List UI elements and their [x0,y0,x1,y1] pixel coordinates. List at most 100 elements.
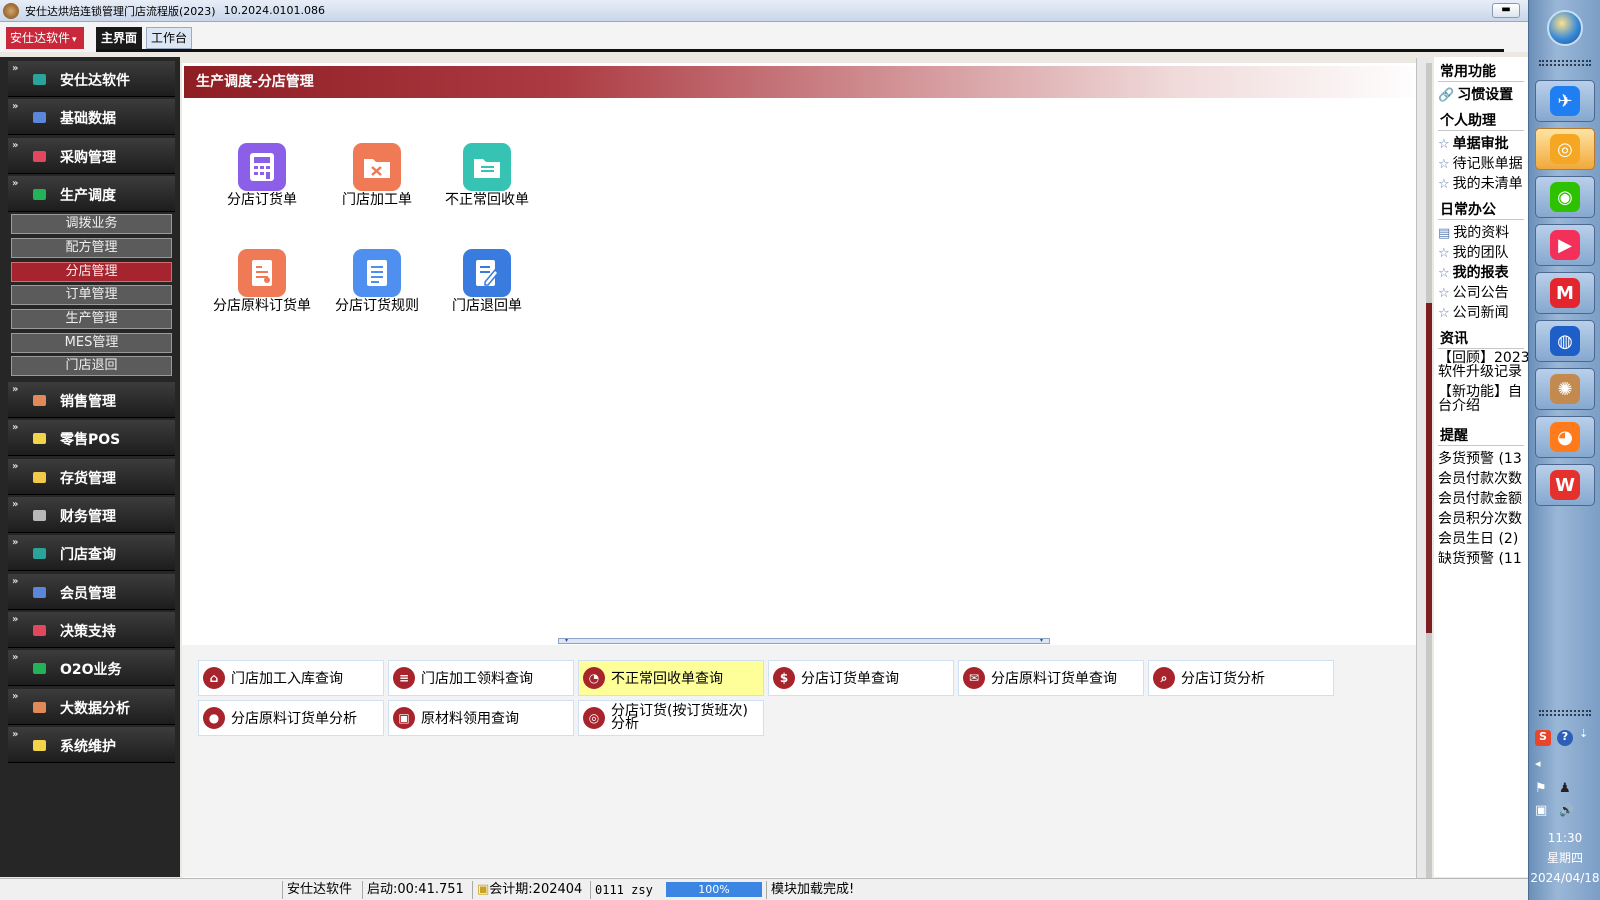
taskbar-app-button[interactable]: ◍ [1535,320,1595,362]
load-progress-bar: 100% [666,882,762,897]
query-link[interactable]: ● 分店原料订货单分析 [198,700,384,736]
taskbar-app-button[interactable]: W [1535,464,1595,506]
right-panel-item-label: 公司新闻 [1452,305,1509,321]
right-panel-item[interactable]: ☆ 我的团队 [1438,242,1509,262]
sidebar-item[interactable]: » 安仕达软件 [8,61,175,97]
taskbar-app-button[interactable]: ◎ [1535,128,1595,170]
panel-splitter[interactable] [1426,63,1432,878]
taskbar-app-button[interactable]: ◉ [1535,176,1595,218]
sidebar-item[interactable]: » O2O业务 [8,650,175,687]
clock-date: 2024/04/18 [1530,871,1600,885]
taskbar-grip[interactable] [1539,60,1591,66]
flag-icon[interactable]: ⚑ [1535,781,1547,796]
dollar-icon: $ [773,667,795,689]
right-panel-item[interactable]: ☆ 单据审批 [1438,133,1509,153]
taskbar-app-button[interactable]: M [1535,272,1595,314]
link-icon: 🔗 [1438,88,1455,103]
monitor-icon: ▣ [393,707,415,729]
splitter-handle[interactable] [1426,303,1432,633]
query-link-label: 不正常回收单查询 [611,671,723,687]
tray-grip[interactable] [1539,710,1591,716]
submenu-item[interactable]: MES管理 [11,332,172,353]
sidebar-item[interactable]: » 基础数据 [8,99,175,136]
sidebar-item[interactable]: » 财务管理 [8,497,175,533]
sidebar-item[interactable]: » 采购管理 [8,137,175,174]
window-title: 安仕达烘焙连锁管理门店流程版(2023) [25,4,216,18]
right-panel-item[interactable]: ☆ 公司公告 [1438,282,1509,302]
sidebar-item[interactable]: » 销售管理 [8,382,175,419]
taskbar-app-button[interactable]: ✺ [1535,368,1595,410]
module-tile[interactable]: 不正常回收单 [437,143,537,207]
right-panel-item[interactable]: 会员付款金额 [1438,488,1522,508]
right-panel-item[interactable]: 会员生日 (2) [1438,528,1518,548]
submenu-item[interactable]: 调拨业务 [11,214,172,235]
ime-icon[interactable]: S [1535,730,1551,746]
query-link[interactable]: ◔ 不正常回收单查询 [578,660,764,696]
submenu-item[interactable]: 门店退回 [11,356,172,377]
right-panel-item[interactable]: ▤ 我的资料 [1438,222,1509,242]
module-tile[interactable]: 门店退回单 [437,249,537,313]
query-link[interactable]: $ 分店订货单查询 [768,660,954,696]
help-icon[interactable]: ? [1557,730,1573,746]
network-icon[interactable]: ▣ [1535,803,1547,818]
module-tile[interactable]: 门店加工单 [327,143,427,207]
query-link[interactable]: ⌕ 分店订货分析 [1148,660,1334,696]
sidebar-item[interactable]: » 系统维护 [8,726,175,763]
tab-workbench[interactable]: 工作台 [146,27,192,49]
taskbar-app-button[interactable]: ◕ [1535,416,1595,458]
tray-expand-icon[interactable]: ◂ [1535,757,1541,770]
taskbar-app-button[interactable]: ▶ [1535,224,1595,266]
module-tile-label: 门店加工单 [342,192,412,208]
right-panel-item[interactable]: ☆ 我的未清单 [1438,173,1523,193]
query-link-label: 分店原料订货单查询 [991,671,1117,687]
os-taskbar: ✈ ◎ ◉ ▶ M ◍ ✺ ◕ W S ? ⇣ ◂ ⚑ ♟ ▣ 🔊 11:30 星期四 2024… [1528,0,1600,900]
clock[interactable]: 11:30 星期四 2024/04/18 [1529,828,1600,888]
module-tile[interactable]: 分店原料订货单 [212,249,312,313]
query-link-label: 原材料领用查询 [421,711,519,727]
submenu-item[interactable]: 分店管理 [11,261,172,282]
right-panel-item-label: 单据审批 [1452,136,1509,152]
right-panel-item[interactable]: ☆ 我的报表 [1438,262,1509,282]
submenu-item[interactable]: 生产管理 [11,309,172,329]
right-panel-item[interactable]: 会员付款次数 [1438,468,1522,488]
query-link[interactable]: ▣ 原材料领用查询 [388,700,574,736]
sidebar-item[interactable]: » 会员管理 [8,573,175,610]
tray-more-icon[interactable]: ⇣ [1579,727,1588,740]
query-link-label: 分店订货单查询 [801,671,899,687]
sidebar-item[interactable]: » 零售POS [8,420,175,457]
right-panel-item[interactable]: 【回顾】2023 软件升级记录 [1438,351,1528,379]
module-tile[interactable]: 分店订货单 [212,143,312,207]
sidebar-item[interactable]: » 生产调度 [8,175,175,212]
right-panel-section-title: 日常办公 [1440,202,1496,218]
right-panel-item[interactable]: 缺货预警 (11 [1438,548,1522,568]
menu-bar: 安仕达软件 ▾ 主界面 工作台 [0,22,1528,52]
brand-menu-button[interactable]: 安仕达软件 ▾ [6,27,84,49]
volume-icon[interactable]: 🔊 [1559,803,1574,817]
taskbar-app-button[interactable]: ✈ [1535,80,1595,122]
query-link[interactable]: ≡ 门店加工领料查询 [388,660,574,696]
chevron-icon: » [12,460,19,472]
query-link[interactable]: ◎ 分店订货(按订货班次)分析 [578,700,764,736]
right-panel-item[interactable]: 会员积分次数 [1438,508,1522,528]
start-button[interactable] [1547,10,1583,46]
query-link[interactable]: ✉ 分店原料订货单查询 [958,660,1144,696]
minimize-button[interactable]: ▬ [1492,3,1520,18]
splitter-bar[interactable]: ▾ ▾ [558,638,1050,644]
right-panel-item[interactable]: 🔗 习惯设置 [1438,84,1513,104]
module-tile[interactable]: 分店订货规则 [327,249,427,313]
right-panel-item[interactable]: 多货预警 (13 [1438,448,1522,468]
right-panel-item[interactable]: ☆ 待记账单据 [1438,153,1523,173]
tab-main-interface[interactable]: 主界面 [96,27,142,49]
star-icon: ☆ [1438,266,1450,281]
submenu-item[interactable]: 配方管理 [11,237,172,258]
sidebar-item[interactable]: » 门店查询 [8,535,175,572]
submenu-item[interactable]: 订单管理 [11,285,172,306]
query-link[interactable]: ⌂ 门店加工入库查询 [198,660,384,696]
right-panel-item[interactable]: 【新功能】自 台介绍 [1438,385,1522,413]
sidebar-item[interactable]: » 存货管理 [8,458,175,495]
right-panel-item-label: 我的资料 [1453,225,1510,241]
right-panel-item[interactable]: ☆ 公司新闻 [1438,302,1509,322]
sidebar-item[interactable]: » 决策支持 [8,611,175,648]
sidebar-item[interactable]: » 大数据分析 [8,688,175,725]
qq-icon[interactable]: ♟ [1559,781,1571,796]
